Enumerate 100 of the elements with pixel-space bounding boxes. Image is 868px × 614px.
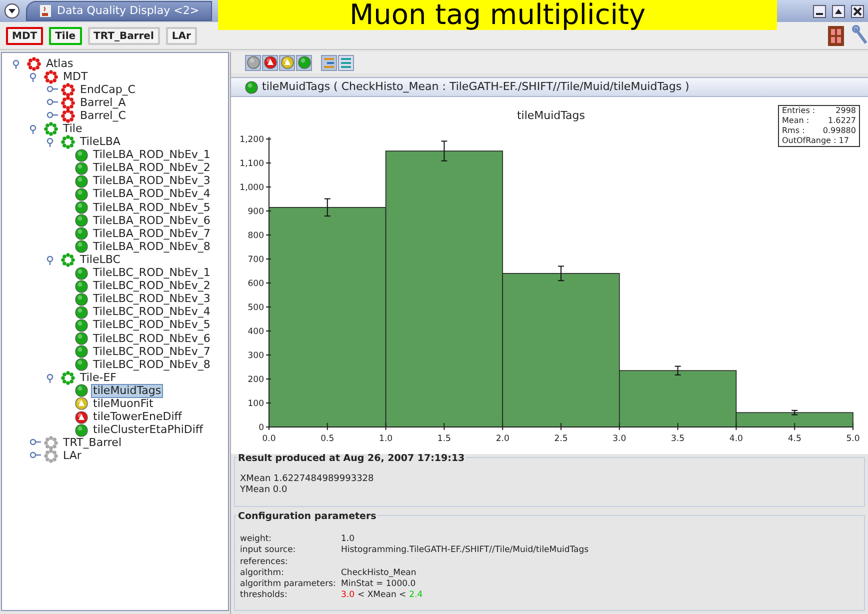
y-tick-label: 1,200 bbox=[240, 135, 264, 145]
statistic-value: 1.6227 bbox=[828, 116, 856, 126]
y-tick-label: 1,100 bbox=[240, 159, 264, 169]
tree-item[interactable]: TileLBA_ROD_NbEv_6 bbox=[91, 214, 212, 228]
statistic-label: Mean : bbox=[782, 116, 810, 126]
tree-item[interactable]: TileLBC_ROD_NbEv_1 bbox=[91, 266, 212, 280]
tree-handle-icon[interactable] bbox=[46, 110, 58, 121]
y-tick-label: 100 bbox=[248, 399, 264, 409]
tree-item[interactable]: TileLBC_ROD_NbEv_7 bbox=[91, 344, 212, 359]
y-tick-label: 400 bbox=[248, 327, 264, 337]
tree-item[interactable]: tileTowerEneDiff bbox=[91, 410, 184, 424]
parameter-name: algorithm parameters: bbox=[240, 579, 337, 590]
y-tick-label: 200 bbox=[248, 375, 264, 385]
maximize-icon[interactable] bbox=[832, 4, 845, 18]
statistic-label: OutOfRange : 17 bbox=[782, 136, 849, 146]
tree-item[interactable]: TileLBC_ROD_NbEv_8 bbox=[91, 358, 212, 372]
parameter-value: MinStat = 1000.0 bbox=[341, 579, 416, 590]
tree-item[interactable]: Atlas bbox=[44, 56, 76, 71]
minimize-icon[interactable] bbox=[813, 4, 826, 18]
x-tick-label: 0.5 bbox=[320, 434, 334, 444]
parameter-name: thresholds: bbox=[240, 590, 288, 602]
door-icon[interactable] bbox=[826, 24, 846, 46]
y-tick-label: 700 bbox=[248, 255, 264, 265]
tree-item[interactable]: TileLBC bbox=[78, 252, 122, 267]
statistic-value: 2998 bbox=[836, 106, 856, 116]
x-tick-label: 1.5 bbox=[437, 434, 451, 444]
y-tick-label: 300 bbox=[248, 351, 264, 361]
result-value: YMean 0.0 bbox=[240, 485, 288, 496]
parameter-value: CheckHisto_Mean bbox=[341, 568, 416, 579]
tree-item[interactable]: TileLBA_ROD_NbEv_4 bbox=[91, 187, 212, 202]
tree-item[interactable]: TileLBA_ROD_NbEv_2 bbox=[91, 161, 212, 176]
tree-item[interactable]: Tile-EF bbox=[78, 370, 119, 385]
caption: Muon tag multiplicity bbox=[349, 0, 646, 30]
y-tick-label: 800 bbox=[248, 231, 264, 241]
parameter-name: algorithm: bbox=[240, 568, 285, 579]
x-tick-label: 3.0 bbox=[612, 434, 626, 444]
y-tick-label: 900 bbox=[248, 207, 264, 217]
parameter-name: weight: bbox=[240, 534, 273, 546]
y-tick-label: 1,000 bbox=[240, 183, 264, 193]
tree-item[interactable]: tileMuonFit bbox=[91, 396, 156, 411]
filter-button[interactable]: Tile bbox=[49, 26, 82, 44]
y-tick-label: 0 bbox=[258, 423, 264, 433]
x-tick-label: 4.0 bbox=[729, 434, 743, 444]
filter-button[interactable]: LAr bbox=[166, 26, 197, 44]
tree-item[interactable]: TileLBC_ROD_NbEv_5 bbox=[91, 318, 212, 332]
tree-item[interactable]: MDT bbox=[61, 70, 90, 84]
y-tick-label: 500 bbox=[248, 303, 264, 313]
filter-button[interactable]: MDT bbox=[6, 26, 44, 44]
tree-item[interactable]: tileMuidTags bbox=[91, 384, 164, 398]
parameter-value: 1.0 bbox=[341, 534, 355, 546]
tree-item[interactable]: TileLBA_ROD_NbEv_3 bbox=[91, 174, 212, 188]
statistic-label: Rms : bbox=[782, 126, 805, 136]
statistic-label: Entries : bbox=[782, 106, 816, 116]
error-bar bbox=[674, 366, 682, 376]
close-icon[interactable] bbox=[851, 4, 864, 18]
list-view-button[interactable] bbox=[338, 54, 354, 70]
tree-item[interactable]: TileLBA bbox=[78, 135, 122, 150]
parameter-name: input source: bbox=[240, 545, 297, 557]
wrench-icon[interactable] bbox=[852, 24, 868, 46]
chart-title: tileMuidTags bbox=[516, 109, 586, 122]
x-tick-label: 2.5 bbox=[554, 434, 568, 444]
tree-view-button[interactable] bbox=[321, 54, 337, 70]
threshold-text: 3.0 bbox=[341, 590, 355, 602]
tree-item[interactable]: TRT_Barrel bbox=[61, 436, 124, 450]
tree-item[interactable]: TileLBC_ROD_NbEv_4 bbox=[91, 305, 212, 320]
parameter-name: references: bbox=[240, 556, 289, 568]
y-tick-label: 600 bbox=[248, 279, 264, 289]
error-bar bbox=[440, 140, 448, 162]
tree-item[interactable]: EndCap_C bbox=[78, 82, 138, 97]
x-tick-label: 0.0 bbox=[262, 434, 276, 444]
tree-item[interactable]: TileLBA_ROD_NbEv_5 bbox=[91, 200, 212, 215]
tree-item[interactable]: tileClusterEtaPhiDiff bbox=[91, 423, 206, 438]
error-bar bbox=[324, 198, 331, 217]
x-tick-label: 2.0 bbox=[496, 434, 510, 444]
error-bar bbox=[558, 266, 564, 282]
tree-item[interactable]: TileLBA_ROD_NbEv_7 bbox=[91, 226, 212, 241]
filter-button[interactable]: TRT_Barrel bbox=[88, 26, 160, 44]
result-value: XMean 1.6227484989993328 bbox=[240, 474, 375, 485]
menu-caret-icon[interactable] bbox=[4, 3, 20, 19]
x-tick-label: 4.5 bbox=[788, 434, 802, 444]
x-tick-label: 5.0 bbox=[846, 434, 860, 444]
tree-item[interactable]: Barrel_A bbox=[78, 96, 128, 110]
parameter-value: Histogramming.TileGATH-EF./SHIFT//Tile/Muid/tileMuidTags bbox=[341, 545, 589, 557]
tree-item[interactable]: TileLBC_ROD_NbEv_6 bbox=[91, 332, 212, 346]
error-bar bbox=[791, 410, 798, 416]
tree-item[interactable]: TileLBC_ROD_NbEv_2 bbox=[91, 279, 212, 294]
window-title: Data Quality Display <2> bbox=[57, 2, 200, 19]
x-tick-label: 1.0 bbox=[379, 434, 393, 444]
threshold-text: 2.4 bbox=[409, 590, 423, 602]
tree-item[interactable]: TileLBC_ROD_NbEv_3 bbox=[91, 292, 212, 306]
tree-item[interactable]: Barrel_C bbox=[78, 108, 128, 123]
tree-item[interactable]: Tile bbox=[61, 122, 84, 136]
tree-item[interactable]: TileLBA_ROD_NbEv_8 bbox=[91, 240, 212, 254]
tree-handle-icon[interactable] bbox=[46, 84, 58, 95]
threshold-text: < XMean < bbox=[358, 590, 406, 602]
result-title: tileMuidTags ( CheckHisto_Mean : TileGATH-EF./SHIFT//Tile/Muid/tileMuidTags ) bbox=[262, 78, 690, 95]
tree-item[interactable]: LAr bbox=[61, 449, 84, 464]
x-tick-label: 3.5 bbox=[671, 434, 685, 444]
tree-item[interactable]: TileLBA_ROD_NbEv_1 bbox=[91, 148, 212, 162]
tree-handle-icon[interactable] bbox=[46, 98, 58, 108]
